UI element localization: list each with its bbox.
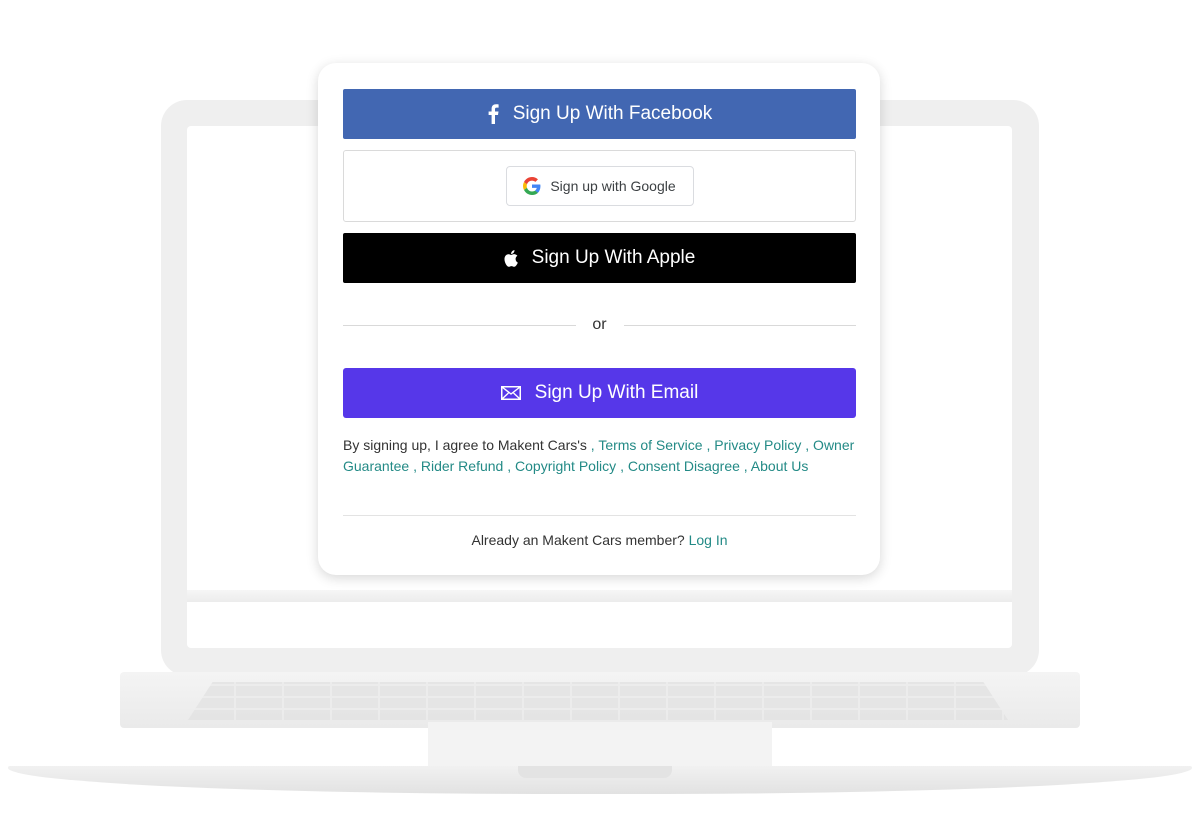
google-signup-label: Sign up with Google — [550, 178, 676, 194]
about-us-link[interactable]: , About Us — [744, 458, 809, 474]
divider-text: or — [592, 316, 607, 333]
apple-signup-button[interactable]: Sign Up With Apple — [343, 233, 856, 283]
divider-line-left — [343, 324, 576, 326]
signup-card: Sign Up With Facebook Sign up with Googl… — [318, 63, 880, 575]
rider-refund-link[interactable]: , Rider Refund — [413, 458, 503, 474]
login-link[interactable]: Log In — [689, 532, 728, 548]
apple-signup-label: Sign Up With Apple — [531, 247, 696, 268]
google-signup-button[interactable]: Sign up with Google — [505, 166, 694, 206]
consent-disagree-link[interactable]: , Consent Disagree — [620, 458, 740, 474]
terms-text: By signing up, I agree to Makent Cars's … — [343, 435, 856, 477]
apple-icon — [504, 249, 518, 267]
screen-band — [187, 590, 1012, 602]
or-divider: or — [343, 313, 856, 337]
login-prompt: Already an Makent Cars member? Log In — [343, 532, 856, 548]
facebook-icon — [487, 104, 499, 124]
facebook-signup-label: Sign Up With Facebook — [512, 103, 713, 124]
divider-line-right — [623, 324, 856, 326]
envelope-icon — [500, 386, 521, 400]
terms-prefix: By signing up, I agree to Makent Cars's — [343, 437, 587, 453]
copyright-policy-link[interactable]: , Copyright Policy — [507, 458, 616, 474]
footer-separator — [343, 515, 856, 516]
privacy-policy-link[interactable]: , Privacy Policy — [706, 437, 801, 453]
terms-of-service-link[interactable]: , Terms of Service — [591, 437, 703, 453]
google-icon — [523, 177, 541, 195]
facebook-signup-button[interactable]: Sign Up With Facebook — [343, 89, 856, 139]
login-prompt-text: Already an Makent Cars member? — [471, 532, 685, 548]
laptop-palm-rest — [428, 722, 772, 766]
email-signup-label: Sign Up With Email — [534, 382, 699, 403]
email-signup-button[interactable]: Sign Up With Email — [343, 368, 856, 418]
laptop-keyboard — [188, 682, 1008, 720]
laptop-base-notch — [518, 766, 672, 778]
google-signup-container: Sign up with Google — [343, 150, 856, 222]
